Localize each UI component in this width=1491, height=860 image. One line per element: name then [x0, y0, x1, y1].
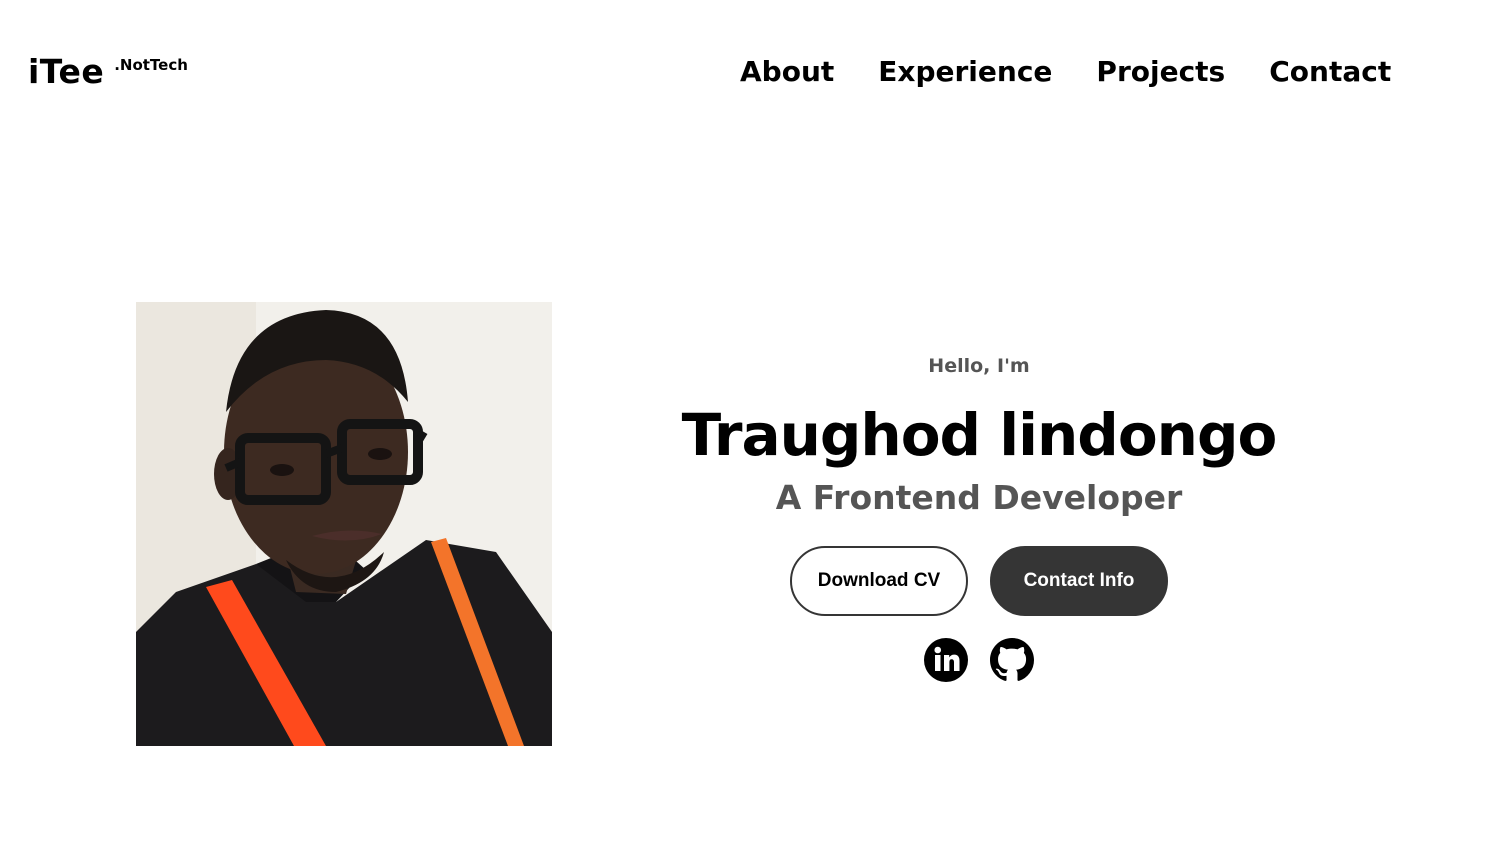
- portfolio-page: iTee .NotTech About Experience Projects …: [0, 0, 1491, 860]
- greeting-text: Hello, I'm: [928, 355, 1030, 377]
- role-subtitle: A Frontend Developer: [775, 478, 1183, 517]
- nav-link-about[interactable]: About: [740, 55, 834, 88]
- nav-list: About Experience Projects Contact: [740, 52, 1391, 92]
- logo-sup-text: .NotTech: [114, 56, 188, 74]
- nav-link-contact[interactable]: Contact: [1269, 55, 1391, 88]
- profile-photo: [136, 302, 552, 746]
- hero-buttons: Download CV Contact Info: [640, 546, 1318, 616]
- profile-photo-illustration: [136, 302, 552, 746]
- nav-link-experience[interactable]: Experience: [878, 55, 1052, 88]
- linkedin-icon[interactable]: [924, 638, 968, 682]
- page-title: Traughod lindongo: [681, 401, 1278, 469]
- github-icon[interactable]: [990, 638, 1034, 682]
- nav-item-about: About: [740, 52, 834, 92]
- contact-info-button[interactable]: Contact Info: [990, 546, 1168, 616]
- social-links: [640, 638, 1318, 682]
- nav-item-contact: Contact: [1269, 52, 1391, 92]
- logo-main-text: iTee: [28, 52, 105, 91]
- nav-item-projects: Projects: [1096, 52, 1225, 92]
- download-cv-button[interactable]: Download CV: [790, 546, 968, 616]
- nav-link-projects[interactable]: Projects: [1096, 55, 1225, 88]
- hero-section: Hello, I'm Traughod lindongo A Frontend …: [640, 350, 1318, 682]
- nav-item-experience: Experience: [878, 52, 1052, 92]
- site-logo[interactable]: iTee .NotTech: [28, 52, 188, 92]
